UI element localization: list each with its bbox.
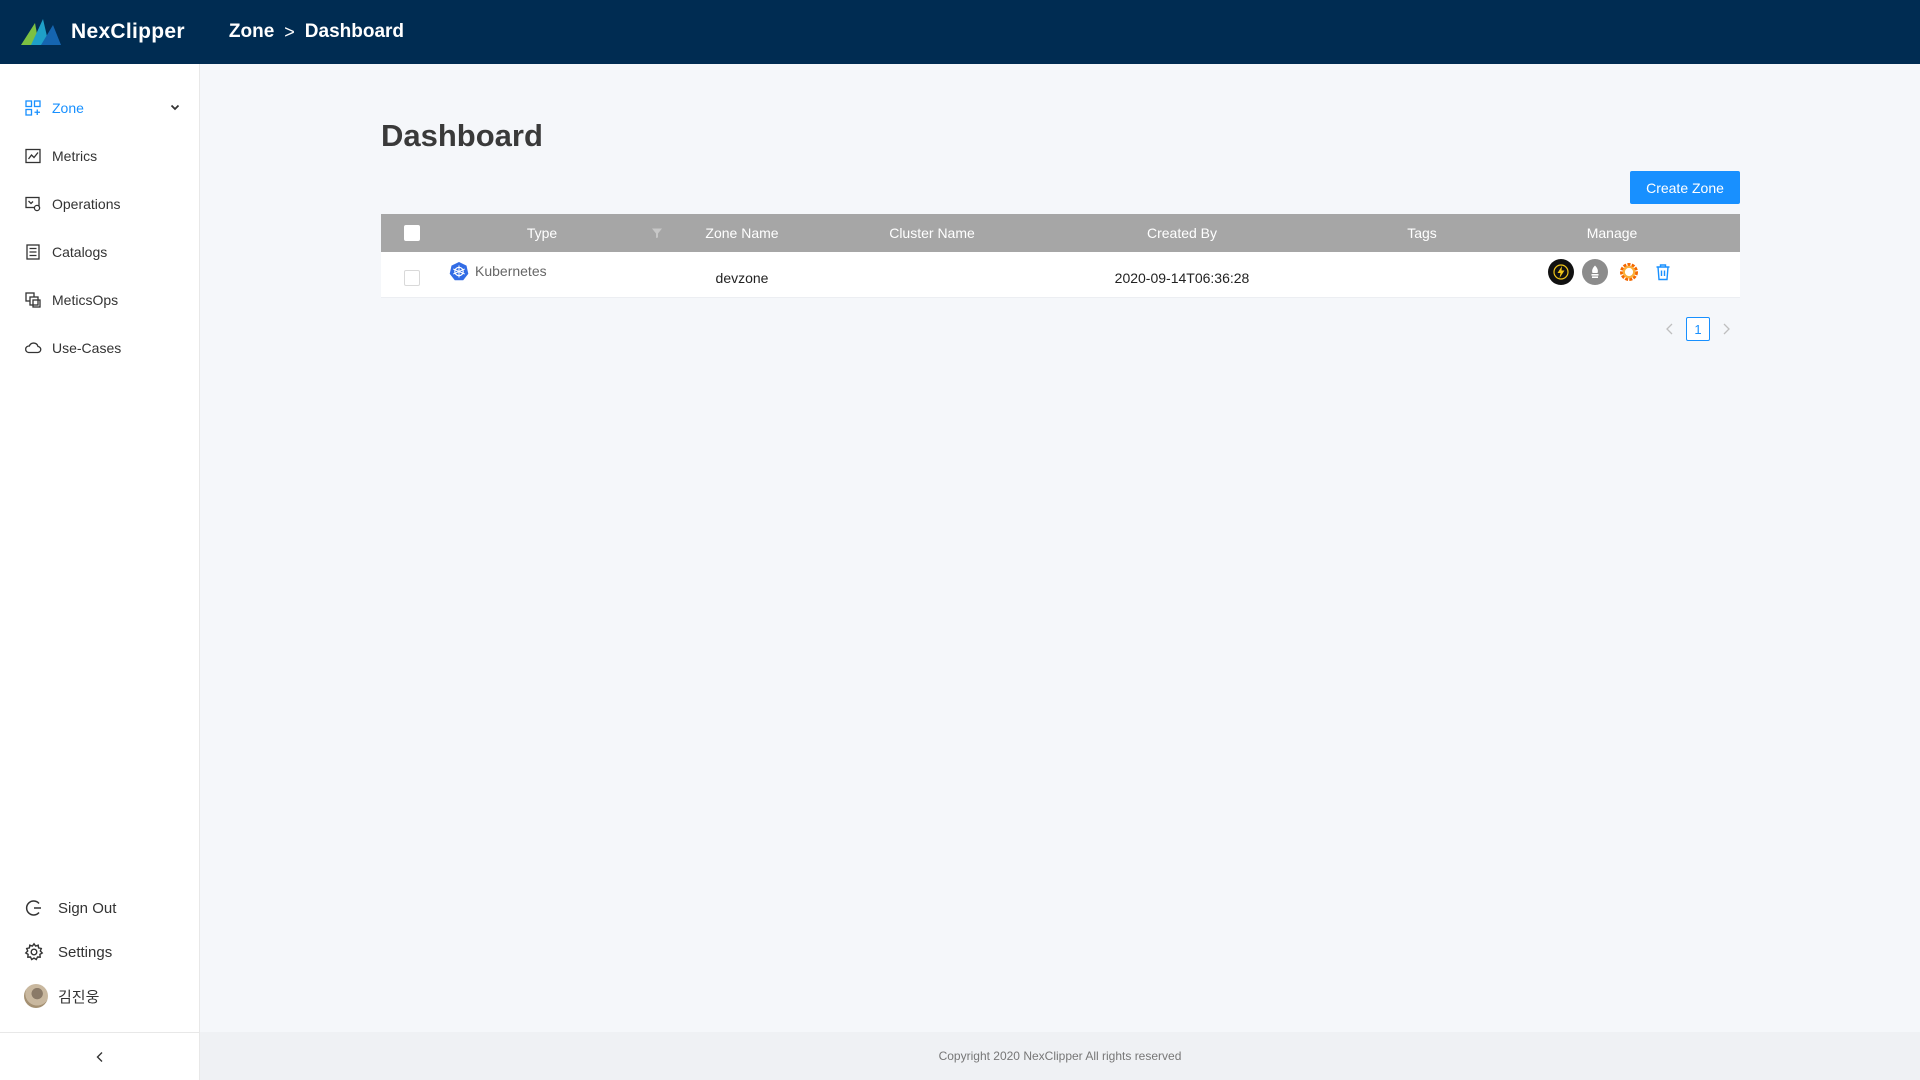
sidebar-item-label: Catalogs — [52, 244, 108, 260]
column-header-type: Type — [526, 225, 558, 241]
sidebar-bottom: Sign Out Settings 김진웅 — [0, 886, 200, 1018]
sign-out-button[interactable]: Sign Out — [0, 886, 200, 930]
pagination: 1 — [1660, 317, 1736, 341]
top-header: NexClipper Zone > Dashboard — [0, 0, 1920, 64]
created-by-cell: 2020-09-14T06:36:28 — [1114, 269, 1250, 286]
copyright-text: Copyright 2020 NexClipper All rights res… — [938, 1049, 1182, 1063]
collapse-sidebar-button[interactable] — [0, 1032, 200, 1080]
chevron-left-icon — [96, 1051, 103, 1062]
sidebar-item-use-cases[interactable]: Use-Cases — [0, 324, 199, 372]
operations-icon — [24, 195, 42, 213]
bolt-icon[interactable] — [1548, 258, 1574, 285]
kubernetes-icon — [449, 261, 469, 280]
prometheus-icon[interactable] — [1582, 258, 1608, 285]
sign-out-icon — [24, 898, 44, 918]
sidebar-item-label: MeticsOps — [52, 292, 119, 308]
row-checkbox-cell — [381, 255, 442, 300]
sidebar-item-meticsops[interactable]: MeticsOps — [0, 276, 199, 324]
next-page-button[interactable] — [1716, 319, 1736, 339]
page-1-button[interactable]: 1 — [1686, 317, 1710, 341]
settings-button[interactable]: Settings — [0, 930, 200, 974]
trash-icon[interactable] — [1650, 259, 1676, 285]
breadcrumb-dashboard: Dashboard — [304, 21, 405, 42]
user-name: 김진웅 — [58, 988, 100, 1006]
chevron-right-icon — [1723, 323, 1730, 335]
header-checkbox-cell — [381, 214, 442, 252]
zone-name-cell[interactable]: devzone — [672, 255, 812, 300]
table-header: Type Zone Name Cluster Name Created By T… — [381, 214, 1740, 252]
sidebar-item-label: Zone — [52, 100, 84, 116]
settings-label: Settings — [58, 943, 113, 961]
sidebar-item-operations[interactable]: Operations — [0, 180, 199, 228]
zone-icon — [24, 99, 42, 117]
zone-table: Type Zone Name Cluster Name Created By T… — [381, 214, 1740, 298]
create-zone-button[interactable]: Create Zone — [1630, 171, 1740, 204]
gear-icon — [24, 942, 44, 962]
chevron-down-icon — [170, 104, 180, 111]
manage-cell — [1512, 249, 1712, 294]
column-header-zone-name: Zone Name — [705, 225, 779, 241]
metrics-icon — [24, 147, 42, 165]
sign-out-label: Sign Out — [58, 899, 117, 917]
avatar — [24, 984, 48, 1008]
brand-name: NexClipper — [71, 20, 185, 43]
meticsops-icon — [24, 291, 42, 309]
type-cell: Kubernetes — [449, 248, 649, 293]
cluster-name-cell — [812, 255, 1052, 300]
filter-icon — [652, 228, 662, 238]
sidebar: Zone Metrics Operations Catalogs MeticsO… — [0, 64, 200, 1080]
column-header-created-by: Created By — [1146, 225, 1218, 241]
breadcrumb: Zone > Dashboard — [229, 21, 404, 43]
logo[interactable]: NexClipper — [19, 0, 185, 64]
chevron-left-icon — [1666, 323, 1673, 335]
row-checkbox[interactable] — [403, 269, 420, 286]
type-filter-button[interactable] — [642, 214, 672, 252]
footer: Copyright 2020 NexClipper All rights res… — [200, 1032, 1920, 1080]
prev-page-button[interactable] — [1660, 319, 1680, 339]
breadcrumb-separator: > — [284, 21, 295, 42]
sidebar-nav: Zone Metrics Operations Catalogs MeticsO… — [0, 84, 199, 372]
table-row: Kubernetes devzone 2020-09-14T06:36:28 — [381, 252, 1740, 298]
sidebar-item-zone[interactable]: Zone — [0, 84, 199, 132]
nexclipper-logo-icon — [21, 19, 61, 45]
select-all-checkbox[interactable] — [403, 225, 420, 241]
column-header-manage: Manage — [1586, 225, 1638, 241]
sidebar-item-metrics[interactable]: Metrics — [0, 132, 199, 180]
type-label: Kubernetes — [475, 262, 547, 279]
page-title: Dashboard — [381, 118, 543, 153]
sidebar-item-catalogs[interactable]: Catalogs — [0, 228, 199, 276]
sidebar-item-label: Operations — [52, 196, 121, 212]
user-profile[interactable]: 김진웅 — [0, 974, 200, 1018]
sidebar-item-label: Metrics — [52, 148, 98, 164]
cloud-icon — [24, 339, 42, 357]
sidebar-item-label: Use-Cases — [52, 340, 122, 356]
breadcrumb-zone[interactable]: Zone — [229, 21, 274, 43]
grafana-icon[interactable] — [1616, 258, 1642, 285]
catalogs-icon — [24, 243, 42, 261]
column-header-cluster-name: Cluster Name — [889, 225, 975, 241]
